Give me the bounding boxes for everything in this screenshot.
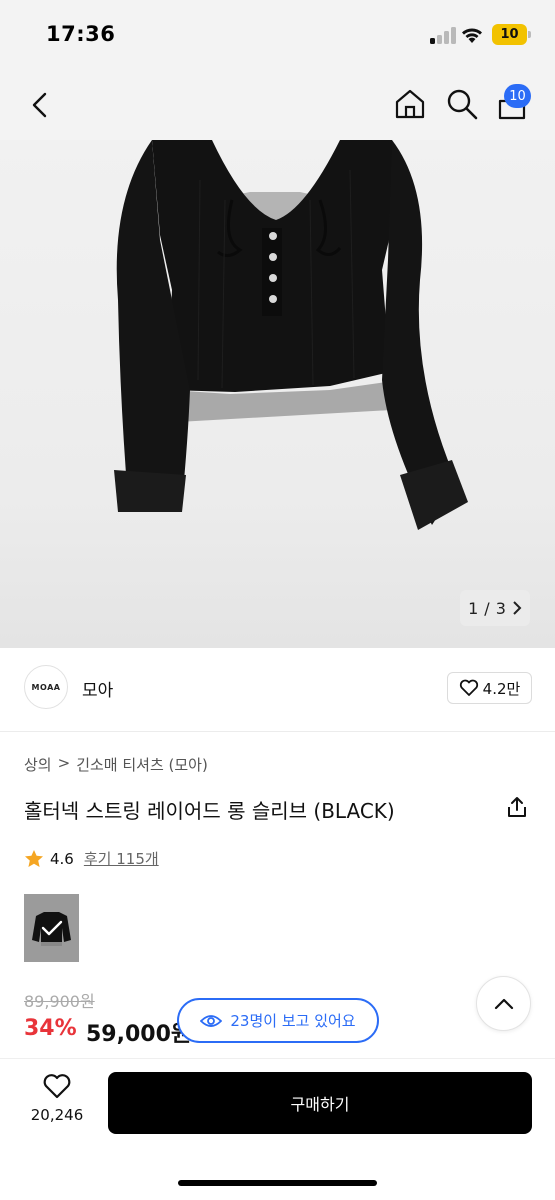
brand-name[interactable]: 모아 [82, 676, 113, 701]
wishlist-count: 20,246 [30, 1106, 84, 1124]
home-icon[interactable] [394, 88, 426, 120]
back-chevron-icon[interactable] [30, 92, 50, 118]
buy-button[interactable]: 구매하기 [108, 1072, 532, 1134]
brand-row: MOAA 모아 4.2만 [0, 648, 555, 732]
product-photo-shirt [114, 140, 468, 530]
battery-tip [528, 31, 531, 38]
battery-indicator: 10 [492, 24, 527, 45]
original-price: 89,900원 [24, 992, 95, 1011]
breadcrumb: 상의 > 긴소매 티셔츠 (모아) [24, 754, 208, 775]
viewers-toast: 23명이 보고 있어요 [177, 998, 379, 1043]
eye-icon [200, 1014, 223, 1027]
brand-logo[interactable]: MOAA [24, 665, 68, 709]
chevron-up-icon [494, 998, 513, 1009]
review-count-link[interactable]: 후기 115개 [84, 848, 159, 869]
breadcrumb-separator: > [57, 754, 71, 772]
star-icon [25, 850, 43, 867]
image-counter-separator: / [484, 598, 490, 618]
heart-icon [43, 1074, 71, 1099]
breadcrumb-subcategory[interactable]: 긴소매 티셔츠 (모아) [76, 754, 208, 775]
search-icon[interactable] [446, 88, 478, 120]
home-indicator [178, 1180, 377, 1186]
product-image[interactable] [0, 140, 555, 648]
chevron-right-icon [513, 601, 522, 615]
image-page-counter[interactable]: 1 / 3 [460, 590, 530, 626]
share-icon[interactable] [506, 795, 528, 819]
brand-like-button[interactable]: 4.2만 [447, 672, 532, 704]
wifi-icon [462, 28, 482, 43]
scroll-to-top-button[interactable] [476, 976, 531, 1031]
product-title: 홀터넥 스트링 레이어드 롱 슬리브 (BLACK) [24, 799, 395, 823]
status-bar: 17:36 10 [0, 0, 555, 70]
breadcrumb-category[interactable]: 상의 [24, 754, 52, 775]
selected-check-icon [24, 894, 79, 962]
viewers-text: 23명이 보고 있어요 [230, 1012, 356, 1030]
image-total-count: 3 [495, 598, 506, 618]
wishlist-button[interactable]: 20,246 [20, 1073, 94, 1135]
status-time: 17:36 [46, 22, 116, 46]
top-nav-bar [0, 70, 555, 140]
rating-score: 4.6 [50, 849, 74, 868]
discount-rate: 34% [24, 1016, 77, 1041]
brand-like-count: 4.2만 [482, 679, 521, 698]
rating-row: 4.6 후기 115개 [24, 848, 159, 869]
heart-icon [459, 679, 478, 696]
image-current-index: 1 [468, 598, 479, 618]
sale-price: 59,000원 [86, 1022, 192, 1047]
cart-count-badge: 10 [504, 84, 531, 108]
color-option-thumbnail[interactable] [24, 894, 79, 962]
cellular-signal-icon [430, 27, 456, 44]
